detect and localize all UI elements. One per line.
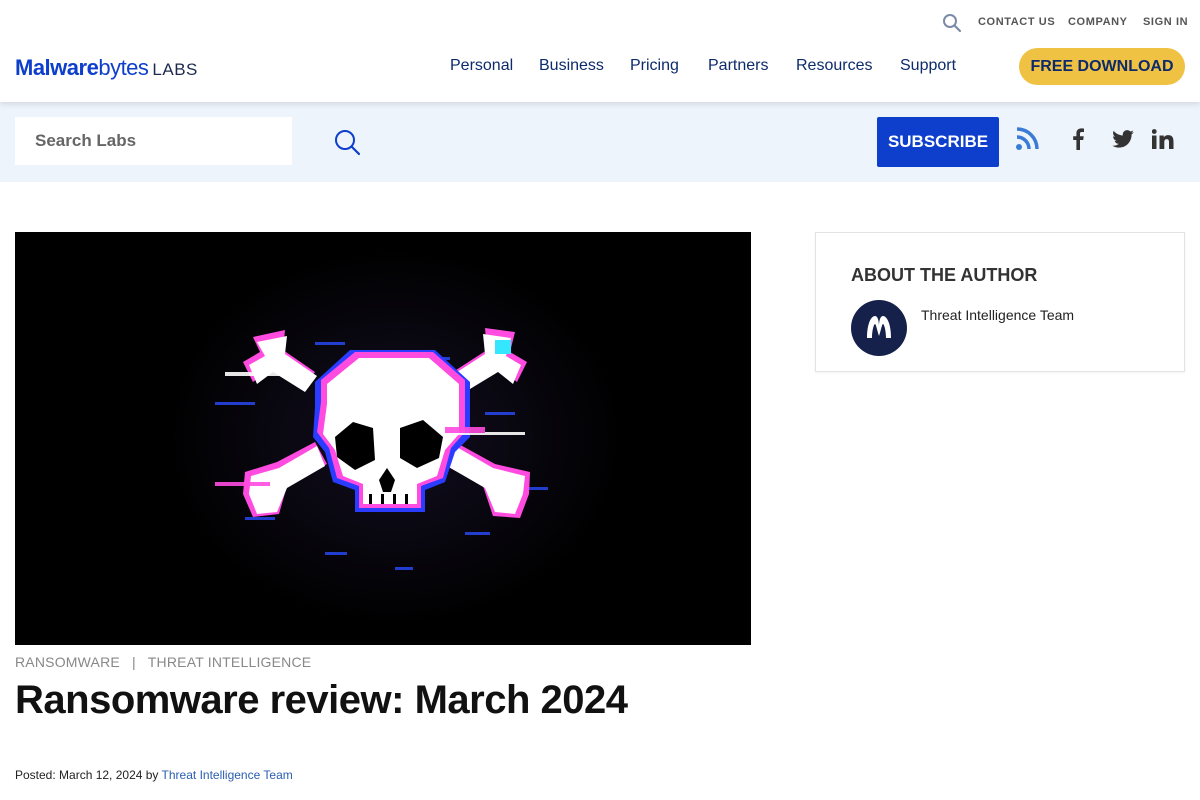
byline-author-link[interactable]: Threat Intelligence Team [162,768,293,782]
hero-image-skull-crossbones [15,232,751,645]
article-byline: Posted: March 12, 2024 by Threat Intelli… [15,768,293,782]
subscribe-button[interactable]: SUBSCRIBE [877,117,999,167]
logo-brand-bold: Malware [15,55,99,80]
article-categories: RANSOMWARE | THREAT INTELLIGENCE [15,654,311,670]
logo-suffix: LABS [152,60,198,79]
search-submit-icon[interactable] [333,128,361,156]
facebook-icon[interactable] [1066,127,1090,151]
nav-pricing[interactable]: Pricing [630,57,679,75]
author-avatar[interactable] [851,300,907,356]
byline-by: by [142,768,162,782]
search-labs-input[interactable] [15,117,292,165]
nav-resources[interactable]: Resources [796,57,872,75]
free-download-button[interactable]: FREE DOWNLOAD [1019,48,1185,85]
rss-icon[interactable] [1014,126,1040,152]
logo-brand-regular: bytes [98,55,149,80]
byline-prefix: Posted: [15,768,60,782]
company-link[interactable]: COMPANY [1068,16,1128,28]
contact-us-link[interactable]: CONTACT US [978,16,1055,28]
linkedin-icon[interactable] [1150,127,1176,151]
sign-in-link[interactable]: SIGN IN [1143,16,1188,28]
site-header: CONTACT US COMPANY SIGN IN Malware bytes L… [0,0,1200,102]
search-icon[interactable] [942,13,962,33]
nav-business[interactable]: Business [539,57,604,75]
author-name-link[interactable]: Threat Intelligence Team [921,307,1074,323]
nav-personal[interactable]: Personal [450,57,513,75]
about-author-heading: ABOUT THE AUTHOR [851,265,1038,285]
category-threat-intelligence-link[interactable]: THREAT INTELLIGENCE [148,654,312,670]
malwarebytes-m-icon [867,316,891,338]
post-date: March 12, 2024 [59,768,143,782]
article-title: Ransomware review: March 2024 [15,678,628,722]
category-separator: | [131,654,136,670]
labs-search-bar: SUBSCRIBE [0,102,1200,182]
nav-partners[interactable]: Partners [708,57,768,75]
malwarebytes-labs-logo[interactable]: Malware bytes LABS [15,55,198,81]
category-ransomware-link[interactable]: RANSOMWARE [15,654,120,670]
about-author-card: ABOUT THE AUTHOR Threat Intelligence Tea… [815,232,1185,372]
twitter-icon[interactable] [1110,127,1136,151]
nav-support[interactable]: Support [900,57,956,75]
